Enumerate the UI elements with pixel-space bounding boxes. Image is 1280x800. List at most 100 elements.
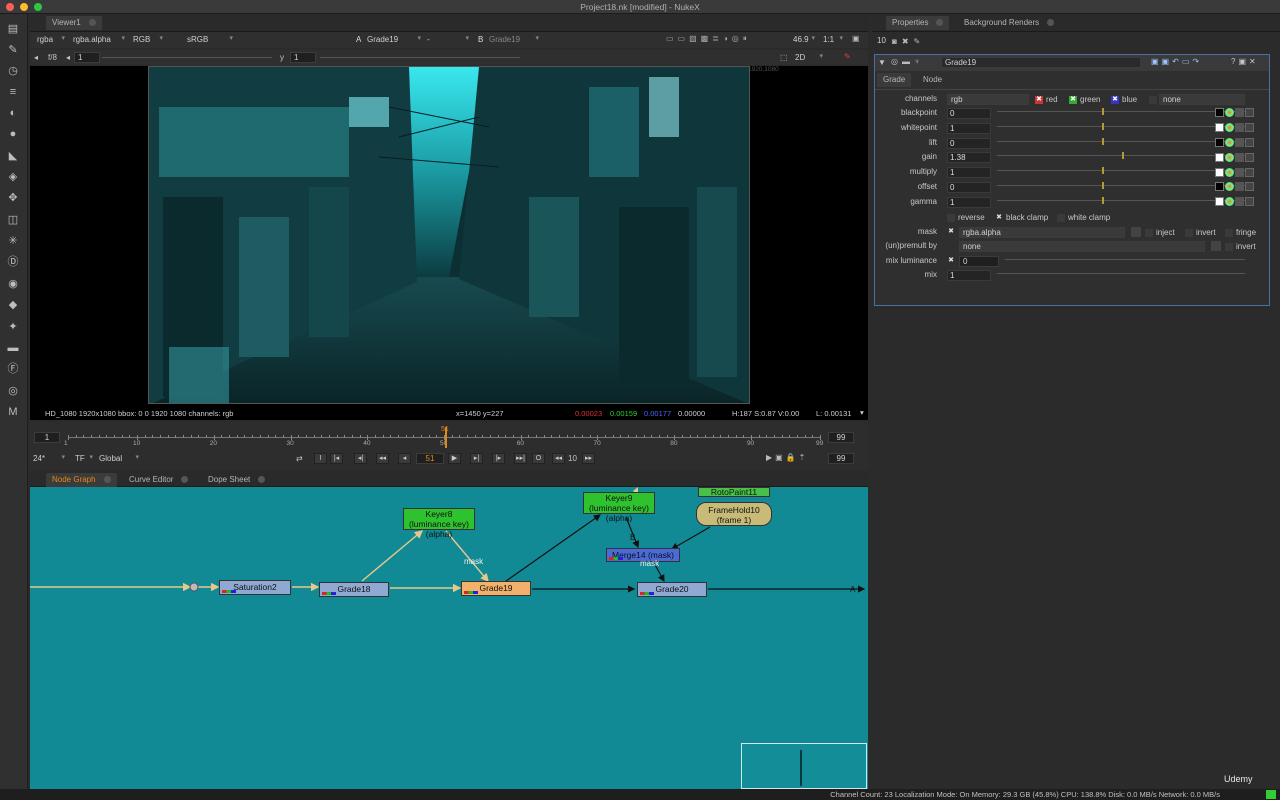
panel-close-icons[interactable]: ?▣✕ — [1231, 57, 1259, 66]
properties-tool-icons[interactable]: ◙✖✎ — [892, 37, 925, 46]
step-back-button[interactable]: ◂◂ — [552, 453, 565, 464]
whitepoint-input[interactable]: 1 — [947, 122, 991, 134]
view-mode-dropdown[interactable]: 2D — [792, 52, 824, 63]
views-icon[interactable]: ◉ — [6, 277, 20, 291]
particles-icon[interactable]: ✳ — [6, 234, 20, 248]
timeline-end[interactable]: 99 — [828, 432, 854, 443]
node-graph-canvas[interactable]: Saturation2 Grade18 Grade19 Grade20 Keye… — [30, 487, 868, 789]
input-a-dropdown[interactable]: Grade19 — [364, 34, 422, 45]
fps-dropdown[interactable]: 24* — [30, 453, 66, 464]
toolsets-icon[interactable]: ✦ — [6, 320, 20, 334]
node-graph-minimap[interactable] — [741, 743, 867, 789]
fstop-arrow-icon[interactable]: ◂ — [34, 53, 38, 62]
channels-count-icon[interactable] — [1235, 152, 1244, 162]
color-wheel-icon[interactable] — [1225, 123, 1234, 133]
info-menu-icon[interactable]: ▾ — [860, 408, 864, 417]
unpremult-options-button[interactable] — [1211, 241, 1221, 251]
invert-unpremult-toggle[interactable]: invert — [1225, 242, 1256, 251]
tab-properties[interactable]: Properties — [886, 16, 950, 30]
panel-header-icons[interactable]: ◎▬♆ — [891, 57, 924, 66]
gain-slider-knob[interactable] — [1121, 152, 1124, 160]
transform-icon[interactable]: ✥ — [6, 191, 20, 205]
prev-keyframe-button[interactable]: ◂| — [354, 453, 367, 464]
blackpoint-input[interactable]: 0 — [947, 108, 991, 119]
color-wheel-icon[interactable] — [1225, 197, 1234, 207]
filter-icon[interactable]: ● — [6, 127, 20, 141]
color-wheel-icon[interactable] — [1225, 137, 1234, 147]
channel-icon[interactable]: ≡ — [6, 85, 20, 99]
green-toggle[interactable]: ✖ green — [1069, 95, 1100, 104]
scope-dropdown[interactable]: Global — [96, 453, 140, 464]
node-grade20[interactable]: Grade20 — [637, 582, 707, 597]
node-name-field[interactable]: Grade19 — [941, 57, 1141, 68]
lift-input[interactable]: 0 — [947, 137, 991, 149]
gain-input[interactable]: 1.38 — [947, 152, 991, 164]
curve-icon[interactable] — [1245, 197, 1254, 207]
first-frame-button[interactable]: |◂ — [330, 453, 343, 464]
mix-input[interactable]: 1 — [947, 270, 991, 281]
3d-icon[interactable]: ◫ — [6, 213, 20, 227]
lift-slider-knob[interactable] — [1102, 137, 1104, 145]
color-swatch-icon[interactable] — [1215, 182, 1224, 192]
colorspace-dropdown[interactable]: RGB — [130, 34, 164, 45]
blue-toggle[interactable]: ✖ blue — [1111, 95, 1137, 104]
color-icon[interactable]: ◐ — [6, 106, 20, 120]
color-swatch-icon[interactable] — [1215, 197, 1224, 207]
frame-input[interactable]: 51 — [416, 453, 444, 464]
inject-toggle[interactable]: inject — [1145, 228, 1175, 237]
node-keyer8[interactable]: Keyer8 (luminance key) (alpha) — [403, 508, 475, 539]
close-tab-icon[interactable] — [936, 19, 944, 27]
reverse-toggle[interactable]: reverse — [947, 213, 985, 222]
curve-icon[interactable] — [1245, 152, 1254, 162]
color-swatch-icon[interactable] — [1215, 123, 1224, 133]
unpremult-dropdown[interactable]: none — [959, 241, 1205, 252]
color-swatch-icon[interactable] — [1215, 167, 1224, 177]
close-tab-icon[interactable] — [1047, 19, 1055, 27]
timeline-start[interactable]: 1 — [34, 432, 60, 443]
color-wheel-icon[interactable] — [1225, 152, 1234, 162]
deep-icon[interactable]: Ⓓ — [6, 255, 20, 269]
close-tab-icon[interactable] — [258, 476, 266, 484]
mix-luminance-slider[interactable] — [1005, 256, 1245, 267]
close-tab-icon[interactable] — [88, 19, 96, 27]
red-toggle[interactable]: ✖ red — [1035, 95, 1058, 104]
mask-dropdown[interactable]: rgba.alpha — [959, 227, 1125, 238]
lock-icon[interactable]: ⬚ — [780, 53, 788, 62]
channels-count-icon[interactable] — [1235, 137, 1244, 147]
step-forward-button[interactable]: ▸▸ — [582, 453, 595, 464]
extra-channel-checkbox[interactable] — [1149, 96, 1157, 104]
roi-icon[interactable]: ▣ — [852, 34, 860, 43]
prev-increment-button[interactable]: ◂◂ — [376, 453, 389, 464]
viewer-tool-icons[interactable]: ▭▭▨▩≣◑◎⏸ — [666, 34, 751, 44]
draw-icon[interactable]: ✎ — [6, 43, 20, 57]
gamma-input[interactable]: 1 — [947, 196, 991, 208]
channels-count-icon[interactable] — [1235, 197, 1244, 207]
color-swatch-icon[interactable] — [1215, 108, 1224, 118]
gamma-slider[interactable] — [320, 57, 520, 58]
offset-slider-knob[interactable] — [1102, 182, 1104, 189]
tab-grade[interactable]: Grade — [877, 73, 912, 87]
tab-node-graph[interactable]: Node Graph — [46, 473, 117, 487]
time-icon[interactable]: ◷ — [6, 64, 20, 78]
color-wheel-icon[interactable] — [1225, 108, 1234, 118]
channels-count-icon[interactable] — [1235, 123, 1244, 133]
max-panels[interactable]: 10 — [874, 36, 888, 47]
keyer-icon[interactable]: ◣ — [6, 149, 20, 163]
color-wheel-icon[interactable] — [1225, 167, 1234, 177]
curve-icon[interactable] — [1245, 108, 1254, 118]
zoom-dropdown[interactable]: 46.9 — [790, 34, 816, 45]
node-grade19[interactable]: Grade19 — [461, 581, 531, 596]
channels-dropdown[interactable]: rgb — [947, 94, 1029, 105]
whitepoint-slider-knob[interactable] — [1102, 122, 1104, 130]
gamma-slider-knob[interactable] — [1102, 196, 1104, 204]
color-swatch-icon[interactable] — [1215, 137, 1224, 147]
node-framehold10[interactable]: FrameHold10 (frame 1) — [696, 502, 772, 526]
color-wheel-icon[interactable] — [1225, 182, 1234, 192]
curve-icon[interactable] — [1245, 182, 1254, 192]
close-tab-icon[interactable] — [181, 476, 189, 484]
metadata-icon[interactable]: ◆ — [6, 298, 20, 312]
next-increment-button[interactable]: ▸| — [470, 453, 483, 464]
play-forward-button[interactable]: ▶ — [448, 453, 461, 464]
merge-icon[interactable]: ◈ — [6, 170, 20, 184]
gain-input[interactable]: 1 — [74, 52, 100, 63]
